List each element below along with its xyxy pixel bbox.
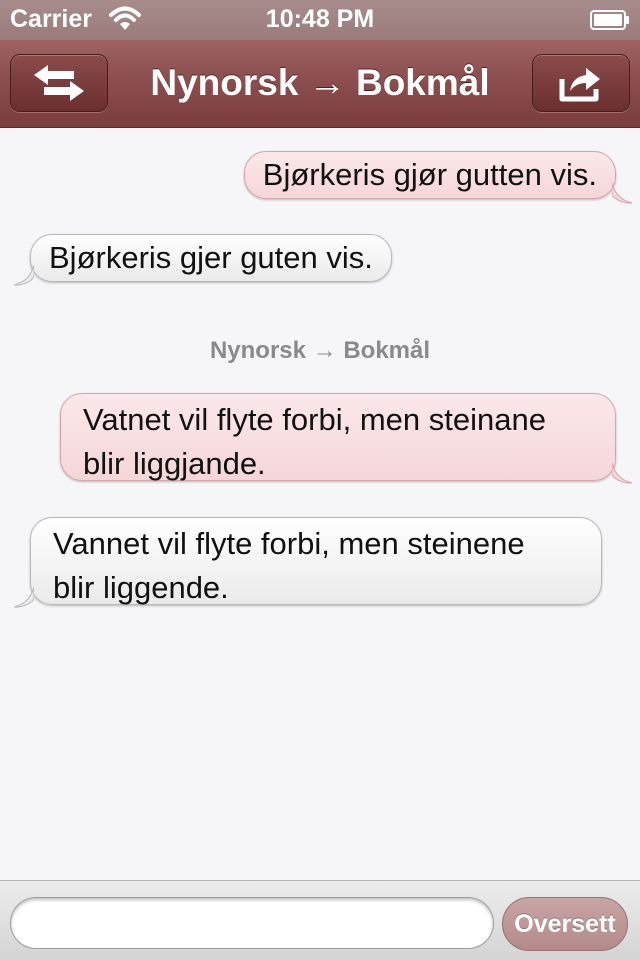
section-label: Nynorsk → Bokmål	[209, 337, 431, 364]
message-line: Vatnet vil flyte forbi, men steinane	[83, 402, 546, 437]
message-line: blir liggjande.	[83, 446, 266, 481]
message-text: Bjørkeris gjer guten vis.	[49, 240, 373, 275]
message-bubble-outgoing[interactable]: Bjørkeris gjør gutten vis.	[243, 151, 616, 199]
message-line: blir liggende.	[53, 570, 229, 605]
status-bar: Carrier 10:48 PM	[0, 0, 640, 40]
share-icon	[559, 68, 600, 102]
battery-icon	[590, 10, 629, 30]
bubble-tail	[14, 265, 34, 286]
navigation-bar: Nynorsk → Bokmål	[0, 40, 640, 128]
share-button[interactable]	[532, 54, 630, 112]
message-line: Vannet vil flyte forbi, men steinene	[53, 526, 525, 561]
translate-button[interactable]: Oversett	[502, 897, 628, 951]
composer-bar: Oversett	[0, 880, 640, 960]
bubble-tail	[612, 463, 632, 484]
conversation: Bjørkeris gjør gutten vis. Bjørkeris gje…	[0, 129, 640, 879]
message-bubble-incoming[interactable]: Bjørkeris gjer guten vis.	[30, 234, 392, 282]
message-bubble-incoming[interactable]: Vannet vil flyte forbi, men steinene bli…	[30, 517, 602, 605]
bubble-tail	[612, 183, 632, 204]
message-input[interactable]	[10, 897, 494, 949]
message-bubble-outgoing[interactable]: Vatnet vil flyte forbi, men steinane bli…	[60, 393, 616, 481]
bubble-tail	[14, 587, 34, 608]
swap-arrows-icon	[34, 65, 84, 101]
status-time: 10:48 PM	[265, 5, 375, 33]
swap-languages-button[interactable]	[10, 54, 108, 112]
message-text: Bjørkeris gjør gutten vis.	[262, 157, 597, 192]
